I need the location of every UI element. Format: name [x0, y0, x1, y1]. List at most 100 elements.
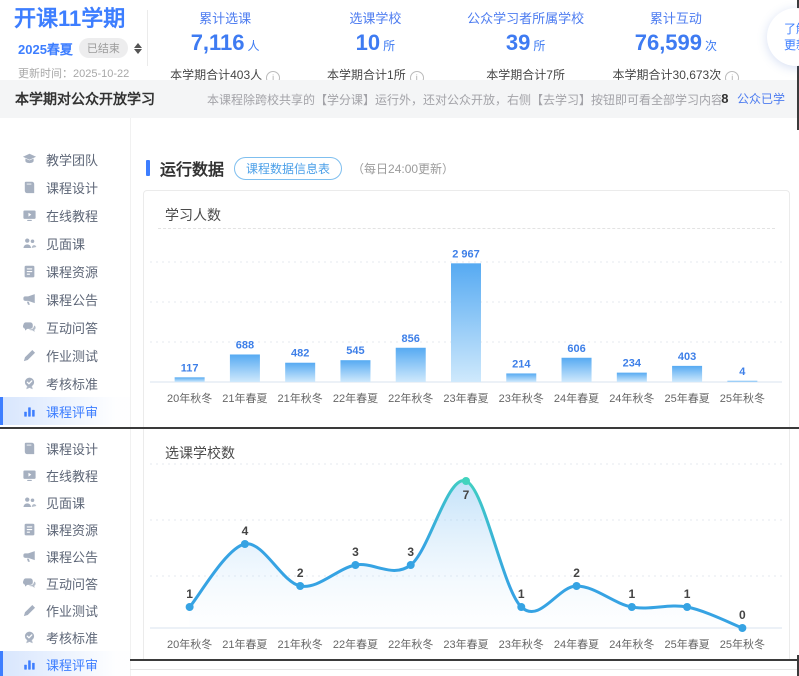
svg-text:2: 2: [297, 566, 304, 580]
sidebar-item-course-review[interactable]: 课程评审: [0, 651, 130, 676]
update-time: 更新时间：2025-10-22: [18, 65, 146, 81]
stat-label: 选课学校: [300, 8, 450, 27]
stats-row: 累计选课7,116人本学期合计403人i选课学校10所本学期合计1所i公众学习者…: [150, 6, 751, 74]
svg-text:7: 7: [463, 488, 470, 502]
screenshot-seam: [0, 427, 799, 429]
svg-text:688: 688: [236, 339, 254, 351]
chat-icon: [22, 320, 37, 335]
sidebar-item-course-resources[interactable]: 课程资源: [0, 516, 130, 543]
svg-text:23年春夏: 23年春夏: [443, 637, 488, 651]
sidebar-item-label: 见面课: [46, 493, 85, 512]
school-count-line-chart: 120年秋冬421年春夏221年秋冬322年春夏322年秋冬723年春夏123年…: [150, 458, 782, 658]
monitor-play-icon: [22, 468, 37, 483]
svg-text:3: 3: [352, 545, 359, 559]
document-icon: [22, 264, 37, 279]
megaphone-icon: [22, 292, 37, 307]
sidebar-item-label: 课程评审: [46, 402, 98, 421]
svg-text:25年秋冬: 25年秋冬: [720, 391, 765, 405]
notice-title: 本学期对公众开放学习: [15, 89, 155, 109]
sidebar-item-course-resources[interactable]: 课程资源: [0, 257, 130, 285]
sidebar-item-course-announcement[interactable]: 课程公告: [0, 543, 130, 570]
svg-text:0: 0: [739, 608, 746, 622]
svg-text:2: 2: [573, 566, 580, 580]
course-title-block: 开课11学期 2025春夏 已结束 更新时间：2025-10-22: [14, 4, 146, 81]
public-learned-label: 公众已学: [737, 92, 785, 106]
learn-more-label: 了解更新: [782, 21, 799, 53]
sidebar-item-label: 考核标准: [46, 374, 98, 393]
sidebar-item-label: 互动问答: [46, 574, 98, 593]
monitor-play-icon: [22, 208, 37, 223]
sidebar-item-label: 课程设计: [46, 439, 98, 458]
section-title: 运行数据: [160, 156, 224, 180]
svg-text:25年春夏: 25年春夏: [664, 391, 709, 405]
sidebar-item-course-design[interactable]: 课程设计: [0, 173, 130, 201]
bar-chart-icon: [22, 404, 37, 419]
document-icon: [22, 522, 37, 537]
section-accent-bar: [146, 160, 150, 176]
sidebar-item-homework-test[interactable]: 作业测试: [0, 597, 130, 624]
sidebar-item-course-announcement[interactable]: 课程公告: [0, 285, 130, 313]
stat-value: 10所: [300, 31, 450, 58]
course-data-table-button[interactable]: 课程数据信息表: [234, 157, 342, 180]
sidebar-item-label: 教学团队: [46, 150, 98, 169]
sidebar-item-assessment-criteria[interactable]: 考核标准: [0, 369, 130, 397]
sidebar-item-teaching-team[interactable]: 教学团队: [0, 145, 130, 173]
status-badge: 已结束: [79, 38, 128, 58]
sidebar-item-meeting-class[interactable]: 见面课: [0, 489, 130, 516]
book-icon: [22, 441, 37, 456]
sidebar-item-interactive-qa[interactable]: 互动问答: [0, 313, 130, 341]
bottom-rule: [130, 669, 799, 670]
line-chart-svg: 120年秋冬421年春夏221年秋冬322年春夏322年秋冬723年春夏123年…: [150, 458, 782, 658]
sidebar-item-label: 课程公告: [46, 547, 98, 566]
semester-label: 2025春夏: [18, 39, 73, 58]
sidebar-item-label: 考核标准: [46, 628, 98, 647]
svg-text:21年春夏: 21年春夏: [222, 391, 267, 405]
bar-chart-icon: [22, 657, 37, 672]
svg-text:117: 117: [181, 362, 199, 374]
book-icon: [22, 180, 37, 195]
page-title: 开课11学期: [14, 4, 146, 34]
sidebar-item-online-course[interactable]: 在线教程: [0, 462, 130, 489]
svg-text:25年秋冬: 25年秋冬: [720, 637, 765, 651]
svg-text:22年秋冬: 22年秋冬: [388, 391, 433, 405]
sidebar-item-course-review[interactable]: 课程评审: [0, 397, 130, 425]
svg-text:24年秋冬: 24年秋冬: [609, 637, 654, 651]
stat-label: 公众学习者所属学校: [451, 8, 601, 27]
people-icon: [22, 236, 37, 251]
sidebar-bottom: 课程设计在线教程见面课课程资源课程公告互动问答作业测试考核标准课程评审: [0, 429, 131, 676]
stat-column-1: 选课学校10所本学期合计1所i: [300, 6, 450, 74]
sidebar-item-course-design[interactable]: 课程设计: [0, 435, 130, 462]
svg-text:1: 1: [186, 587, 193, 601]
svg-text:22年春夏: 22年春夏: [333, 391, 378, 405]
screenshot-seam-bottom: [130, 659, 799, 661]
svg-text:21年春夏: 21年春夏: [222, 637, 267, 651]
sidebar-item-assessment-criteria[interactable]: 考核标准: [0, 624, 130, 651]
sidebar-item-online-course[interactable]: 在线教程: [0, 201, 130, 229]
public-learned-counter: 8 公众已学: [721, 90, 785, 108]
svg-text:214: 214: [512, 358, 531, 370]
sidebar-item-label: 互动问答: [46, 318, 98, 337]
semester-select-icon[interactable]: [134, 43, 142, 54]
svg-text:2 967: 2 967: [452, 248, 480, 260]
svg-text:482: 482: [291, 348, 309, 360]
stat-column-3: 累计互动76,599次本学期合计30,673次i: [601, 6, 751, 74]
sidebar-item-label: 在线教程: [46, 466, 98, 485]
stat-column-0: 累计选课7,116人本学期合计403人i: [150, 6, 300, 74]
sidebar-item-homework-test[interactable]: 作业测试: [0, 341, 130, 369]
sidebar-item-interactive-qa[interactable]: 互动问答: [0, 570, 130, 597]
svg-text:1: 1: [628, 587, 635, 601]
learn-more-float-button[interactable]: 了解更新: [767, 8, 799, 66]
people-icon: [22, 495, 37, 510]
svg-text:23年春夏: 23年春夏: [443, 391, 488, 405]
grad-cap-icon: [22, 152, 37, 167]
course-dashboard: 开课11学期 2025春夏 已结束 更新时间：2025-10-22 累计选课7,…: [0, 0, 799, 676]
sidebar-item-meeting-class[interactable]: 见面课: [0, 229, 130, 257]
svg-text:21年秋冬: 21年秋冬: [278, 637, 323, 651]
dashed-separator: [158, 228, 775, 229]
stat-value: 7,116人: [150, 31, 300, 58]
svg-text:1: 1: [518, 587, 525, 601]
svg-text:24年春夏: 24年春夏: [554, 391, 599, 405]
svg-text:24年春夏: 24年春夏: [554, 637, 599, 651]
svg-text:22年秋冬: 22年秋冬: [388, 637, 433, 651]
sidebar-top: 教学团队课程设计在线教程见面课课程资源课程公告互动问答作业测试考核标准课程评审: [0, 118, 131, 427]
